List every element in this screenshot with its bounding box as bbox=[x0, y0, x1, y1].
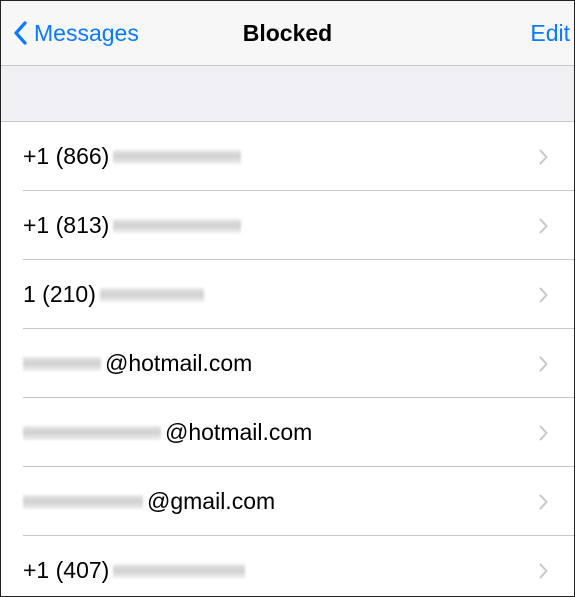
redacted-text bbox=[113, 563, 246, 578]
redacted-text bbox=[23, 356, 101, 371]
redacted-text bbox=[113, 149, 242, 164]
chevron-right-icon bbox=[539, 218, 548, 233]
back-button[interactable]: Messages bbox=[13, 1, 139, 65]
blocked-contact-row[interactable]: 1 (210) bbox=[1, 260, 574, 329]
blocked-contact-row[interactable]: @hotmail.com bbox=[1, 329, 574, 398]
chevron-right-icon bbox=[539, 356, 548, 371]
redacted-text bbox=[99, 287, 204, 302]
redacted-text bbox=[113, 218, 242, 233]
blocked-contact-row[interactable]: @hotmail.com bbox=[1, 398, 574, 467]
blocked-contact-row[interactable]: +1 (813) bbox=[1, 191, 574, 260]
chevron-left-icon bbox=[14, 21, 27, 45]
redacted-text bbox=[23, 425, 161, 440]
chevron-right-icon bbox=[539, 149, 548, 164]
edit-button[interactable]: Edit bbox=[530, 1, 570, 65]
chevron-right-icon bbox=[539, 425, 548, 440]
blocked-list: +1 (866) +1 (813) 1 (210) @hotmail.com @… bbox=[1, 122, 574, 596]
contact-label: +1 (407) bbox=[23, 557, 110, 583]
redacted-text bbox=[23, 494, 143, 509]
blocked-screen: Messages Blocked Edit +1 (866) +1 (813) … bbox=[0, 0, 575, 597]
section-header bbox=[1, 66, 574, 122]
contact-label: @hotmail.com bbox=[165, 419, 313, 445]
chevron-right-icon bbox=[539, 494, 548, 509]
contact-label: 1 (210) bbox=[23, 281, 96, 307]
contact-label: +1 (813) bbox=[23, 212, 110, 238]
contact-label: +1 (866) bbox=[23, 143, 110, 169]
blocked-contact-row[interactable]: +1 (407) bbox=[1, 536, 574, 596]
chevron-right-icon bbox=[539, 563, 548, 578]
navigation-bar: Messages Blocked Edit bbox=[1, 1, 574, 66]
back-button-label: Messages bbox=[34, 19, 139, 46]
contact-label: @hotmail.com bbox=[105, 350, 253, 376]
contact-label: @gmail.com bbox=[147, 488, 276, 514]
chevron-right-icon bbox=[539, 287, 548, 302]
blocked-contact-row[interactable]: +1 (866) bbox=[1, 122, 574, 191]
blocked-contact-row[interactable]: @gmail.com bbox=[1, 467, 574, 536]
